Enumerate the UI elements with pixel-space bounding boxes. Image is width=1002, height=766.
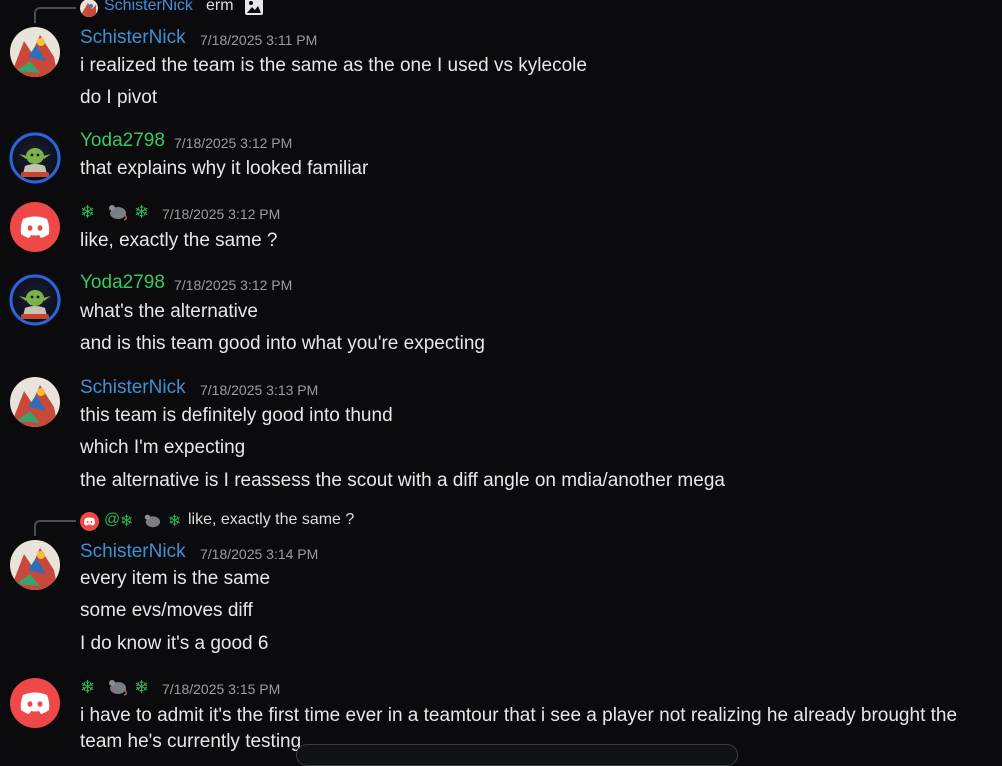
image-attachment-icon xyxy=(244,0,264,21)
snowflake-icon: ❄ xyxy=(134,202,150,222)
message-text: that explains why it looked familiar xyxy=(80,158,369,179)
timestamp: 7/18/2025 3:12 PM xyxy=(174,277,293,293)
avatar[interactable] xyxy=(7,130,63,186)
message-text: like, exactly the same ? xyxy=(80,230,278,251)
message-text: I do know it's a good 6 xyxy=(80,633,269,654)
reply-content[interactable]: like, exactly the same ? xyxy=(188,511,354,529)
username[interactable]: Yoda2798 xyxy=(80,272,165,294)
username[interactable]: SchisterNick xyxy=(80,377,186,399)
rat-icon xyxy=(106,201,128,226)
timestamp: 7/18/2025 3:14 PM xyxy=(200,546,319,562)
timestamp: 7/18/2025 3:13 PM xyxy=(200,382,319,398)
username[interactable]: SchisterNick xyxy=(80,541,186,563)
timestamp: 7/18/2025 3:11 PM xyxy=(200,32,318,48)
timestamp: 7/18/2025 3:12 PM xyxy=(162,206,281,222)
message-text: team he's currently testing xyxy=(80,731,302,752)
message-text: i have to admit it's the first time ever… xyxy=(80,705,958,726)
reply-author[interactable]: SchisterNick xyxy=(104,0,193,15)
rat-icon xyxy=(106,676,128,701)
message-text: the alternative is I reassess the scout … xyxy=(80,470,725,491)
message-text: which I'm expecting xyxy=(80,437,246,458)
discord-default-avatar xyxy=(80,512,99,531)
reply-connector xyxy=(34,7,76,23)
avatar[interactable] xyxy=(10,540,60,590)
snowflake-icon: ❄ xyxy=(80,677,96,697)
bottom-overlay xyxy=(296,744,738,766)
discord-default-avatar[interactable] xyxy=(10,678,60,728)
timestamp: 7/18/2025 3:15 PM xyxy=(162,681,281,697)
username[interactable]: SchisterNick xyxy=(80,27,186,49)
reply-avatar xyxy=(80,0,98,17)
avatar[interactable] xyxy=(10,377,60,427)
snowflake-icon: ❄ xyxy=(120,513,134,530)
message-text: what's the alternative xyxy=(80,301,258,322)
reply-mention[interactable]: @ xyxy=(104,511,120,529)
timestamp: 7/18/2025 3:12 PM xyxy=(174,135,293,151)
message-text: do I pivot xyxy=(80,87,158,108)
snowflake-icon: ❄ xyxy=(134,677,150,697)
message-text: this team is definitely good into thund xyxy=(80,405,393,426)
discord-default-avatar[interactable] xyxy=(10,202,60,252)
rat-icon xyxy=(142,511,162,534)
avatar[interactable] xyxy=(10,27,60,77)
message-text: some evs/moves diff xyxy=(80,600,253,621)
reply-content[interactable]: erm xyxy=(206,0,234,15)
avatar[interactable] xyxy=(7,272,63,328)
snowflake-icon: ❄ xyxy=(168,513,182,530)
username[interactable]: Yoda2798 xyxy=(80,130,165,152)
snowflake-icon: ❄ xyxy=(80,202,96,222)
message-text: every item is the same xyxy=(80,568,271,589)
reply-connector xyxy=(34,520,76,536)
message-text: and is this team good into what you're e… xyxy=(80,333,485,354)
message-text: i realized the team is the same as the o… xyxy=(80,55,587,76)
